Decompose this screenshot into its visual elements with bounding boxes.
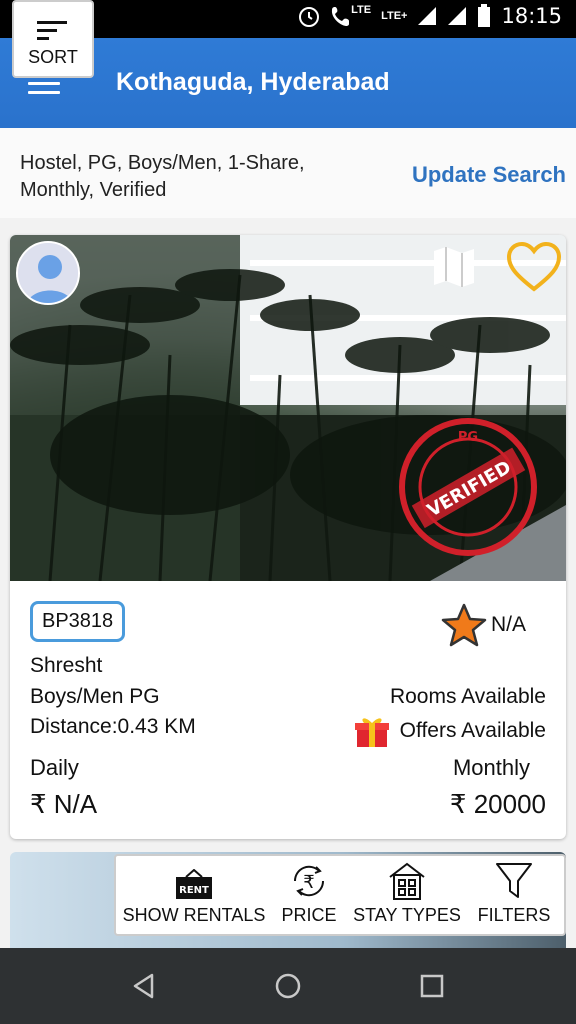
rent-sign-icon: RENT bbox=[176, 869, 212, 899]
star-icon bbox=[441, 603, 487, 647]
listing-card[interactable]: PG VERIFIED BP3818 N/A Shresht Boys/Men … bbox=[10, 235, 566, 839]
rent-sign-text: RENT bbox=[179, 885, 209, 896]
monthly-price: ₹ 20000 bbox=[449, 789, 546, 819]
sort-label: SORT bbox=[28, 47, 78, 67]
search-criteria: Hostel, PG, Boys/Men, 1-Share, Monthly, … bbox=[20, 150, 360, 204]
show-rentals-button[interactable]: RENT SHOW RENTALS bbox=[120, 856, 268, 934]
system-nav-bar bbox=[0, 948, 576, 1024]
rupee-refresh-icon: ₹ bbox=[293, 865, 325, 897]
price-button[interactable]: ₹ PRICE bbox=[276, 856, 342, 934]
map-icon[interactable] bbox=[430, 243, 478, 291]
building-icon bbox=[389, 862, 425, 900]
avatar[interactable] bbox=[16, 241, 80, 305]
show-rentals-label: SHOW RENTALS bbox=[122, 905, 266, 925]
listing-info: BP3818 N/A Shresht Boys/Men PG Distance:… bbox=[10, 581, 566, 839]
rating: N/A bbox=[441, 603, 526, 647]
lte-plus-label: LTE+ bbox=[381, 9, 408, 22]
signal-icon bbox=[448, 7, 467, 25]
monthly-label: Monthly bbox=[452, 755, 530, 780]
stay-types-label: STAY TYPES bbox=[353, 905, 461, 925]
stamp-text: VERIFIED bbox=[424, 457, 515, 522]
search-criteria-line1: Hostel, PG, Boys/Men, 1-Share, bbox=[20, 152, 305, 174]
bottom-toolbar: RENT SHOW RENTALS ₹ PRICE STAY TYPES FIL… bbox=[114, 854, 566, 936]
stay-types-button[interactable]: STAY TYPES bbox=[352, 856, 462, 934]
sort-icon bbox=[37, 21, 67, 40]
recents-icon[interactable] bbox=[416, 970, 448, 1002]
signal-icon bbox=[418, 7, 437, 25]
filters-label: FILTERS bbox=[477, 905, 551, 925]
clock-icon bbox=[299, 7, 320, 27]
verified-stamp-icon: PG VERIFIED bbox=[399, 418, 537, 556]
page-title: Kothaguda, Hyderabad bbox=[116, 68, 390, 96]
listing-distance: Distance:0.43 KM bbox=[30, 715, 196, 738]
sort-button[interactable]: SORT bbox=[12, 0, 94, 78]
listing-type: Boys/Men PG bbox=[30, 685, 160, 708]
phone-icon bbox=[332, 7, 350, 26]
rating-value: N/A bbox=[490, 613, 526, 636]
search-summary: Hostel, PG, Boys/Men, 1-Share, Monthly, … bbox=[0, 128, 576, 218]
stamp-ring-text: PG bbox=[458, 430, 478, 445]
filters-button[interactable]: FILTERS bbox=[474, 856, 554, 934]
heart-icon[interactable] bbox=[506, 241, 562, 293]
listing-name: Shresht bbox=[30, 654, 103, 677]
offers-status: Offers Available bbox=[354, 713, 546, 749]
back-icon[interactable] bbox=[128, 970, 160, 1002]
daily-price: ₹ N/A bbox=[30, 789, 98, 819]
search-criteria-line2: Monthly, Verified bbox=[20, 179, 167, 201]
battery-icon bbox=[478, 4, 491, 27]
home-icon[interactable] bbox=[272, 970, 304, 1002]
price-label: PRICE bbox=[281, 905, 337, 925]
svg-text:₹: ₹ bbox=[303, 872, 314, 893]
status-time: 18:15 bbox=[501, 4, 562, 28]
listing-photo[interactable]: PG VERIFIED bbox=[10, 235, 566, 581]
rooms-status: Rooms Available bbox=[389, 685, 546, 708]
update-search-button[interactable]: Update Search bbox=[412, 162, 566, 188]
listing-code-badge: BP3818 bbox=[30, 601, 126, 642]
gift-icon bbox=[354, 718, 389, 747]
daily-label: Daily bbox=[30, 755, 79, 780]
offers-status-text: Offers Available bbox=[399, 719, 546, 742]
filter-icon bbox=[496, 863, 532, 898]
lte-label: LTE bbox=[351, 4, 372, 16]
